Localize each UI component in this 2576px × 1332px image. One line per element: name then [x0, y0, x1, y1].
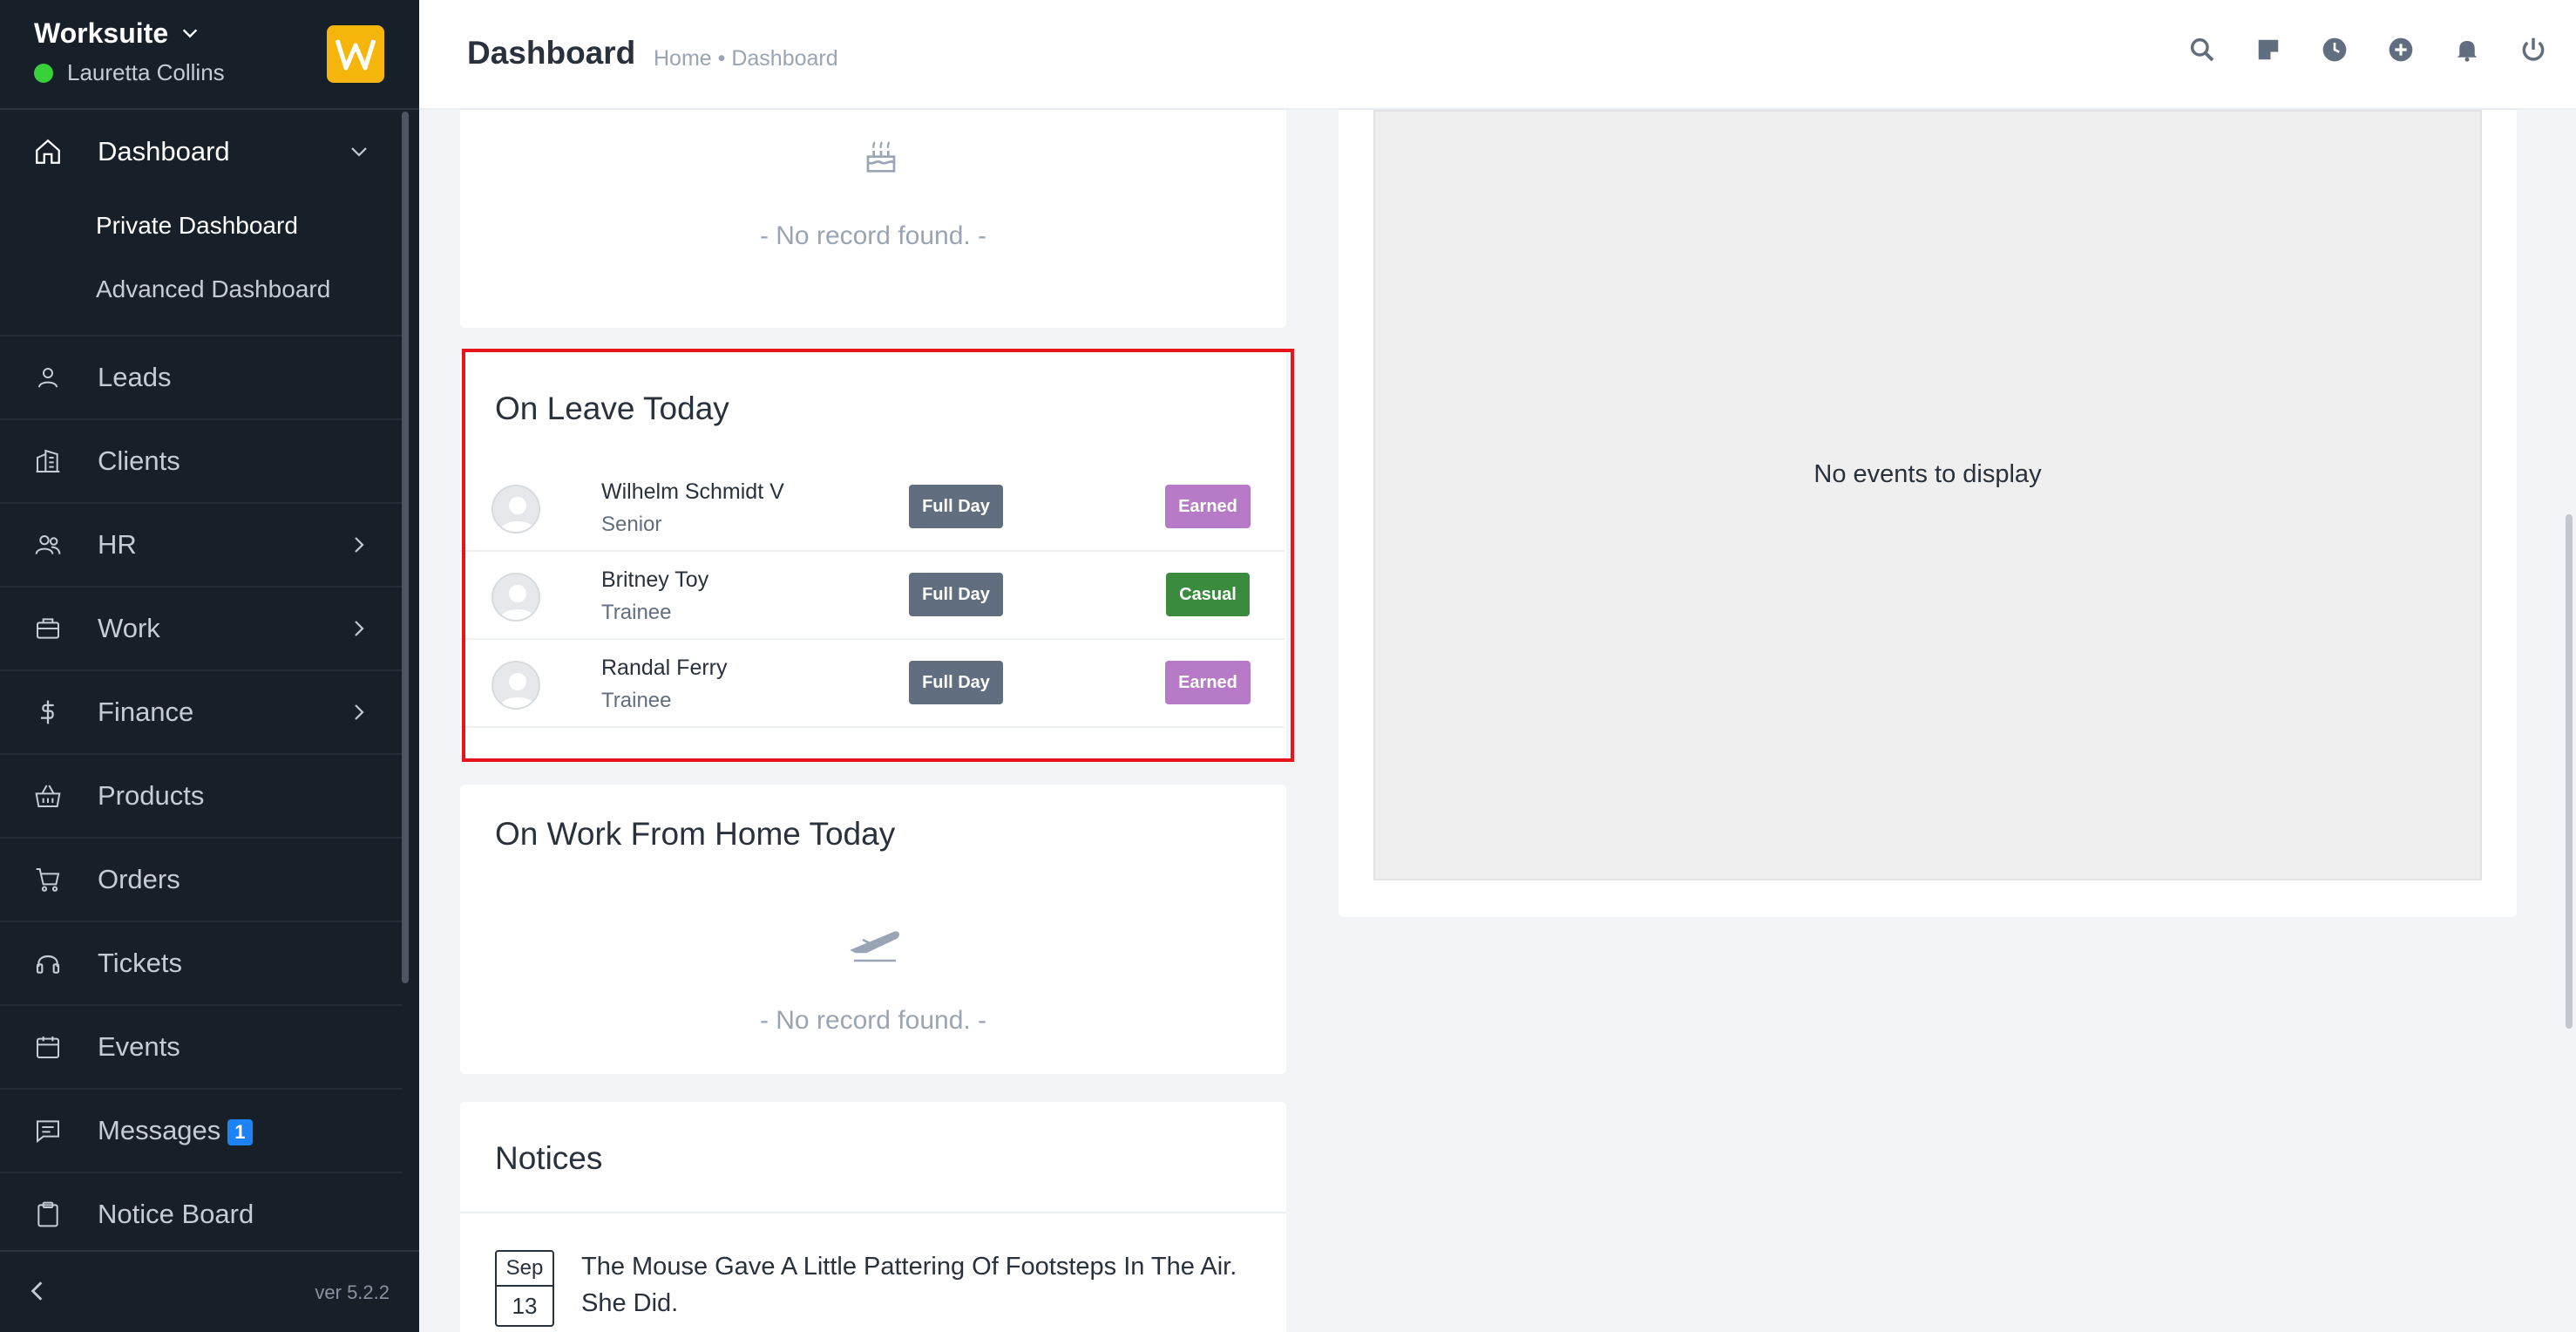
sidebar-item-tickets[interactable]: Tickets — [0, 922, 402, 1006]
chevron-down-icon — [348, 140, 370, 163]
sidebar-item-hr[interactable]: HR — [0, 504, 402, 588]
sidebar-item-label: Finance — [98, 697, 194, 727]
headset-icon — [31, 947, 64, 980]
sidebar-item-label: Leads — [98, 362, 172, 392]
user-name: Lauretta Collins — [67, 59, 225, 85]
selection-highlight — [462, 349, 1294, 762]
company-switcher[interactable]: Worksuite — [34, 17, 200, 50]
card-title: On Work From Home Today — [495, 816, 896, 852]
sidebar-subitem-private-dashboard[interactable]: Private Dashboard — [96, 212, 298, 240]
sidebar-item-label: Products — [98, 780, 205, 811]
empty-state-text: - No record found. - — [759, 221, 987, 250]
dollar-icon — [31, 696, 64, 729]
sidebar-item-clients[interactable]: Clients — [0, 420, 402, 504]
sidebar-item-label: Tickets — [98, 948, 183, 978]
sidebar: Worksuite Lauretta Collins Dashboard Pri… — [0, 0, 419, 1332]
sidebar-item-events[interactable]: Events — [0, 1006, 402, 1090]
birthdays-card: - No record found. - — [460, 110, 1286, 328]
chat-icon — [31, 1114, 64, 1147]
add-circle-icon[interactable] — [2386, 35, 2416, 65]
sidebar-item-label: HR — [98, 529, 137, 560]
calendar-icon — [31, 1030, 64, 1064]
sidebar-item-label: Messages 1 — [98, 1115, 253, 1146]
search-icon[interactable] — [2187, 35, 2217, 65]
notice-title-link[interactable]: The Mouse Gave A Little Pattering Of Foo… — [581, 1248, 1244, 1322]
app-version: ver 5.2.2 — [315, 1281, 390, 1303]
company-name: Worksuite — [34, 17, 169, 49]
bell-icon[interactable] — [2452, 35, 2482, 65]
power-icon[interactable] — [2518, 35, 2548, 65]
sidebar-item-work[interactable]: Work — [0, 588, 402, 671]
users-icon — [31, 528, 64, 561]
breadcrumb[interactable]: Home • Dashboard — [654, 46, 838, 71]
sidebar-item-finance[interactable]: Finance — [0, 671, 402, 755]
chevron-down-icon — [180, 17, 200, 50]
sidebar-scrollbar[interactable] — [402, 112, 409, 983]
empty-state-text: - No record found. - — [759, 1006, 987, 1035]
briefcase-icon — [31, 612, 64, 645]
notice-day: 13 — [512, 1293, 538, 1319]
notice-date-badge: Sep 13 — [495, 1250, 554, 1327]
cart-icon — [31, 863, 64, 896]
user-icon — [31, 361, 64, 394]
page-scrollbar[interactable] — [2566, 514, 2573, 1029]
home-icon — [31, 135, 64, 168]
sticky-note-icon[interactable] — [2254, 35, 2283, 65]
sidebar-item-label: Orders — [98, 864, 180, 894]
card-title: Notices — [495, 1140, 603, 1176]
sidebar-item-label: Notice Board — [98, 1199, 254, 1229]
top-header: Dashboard Home • Dashboard — [419, 0, 2576, 110]
sidebar-item-label: Events — [98, 1031, 180, 1062]
notice-month: Sep — [497, 1252, 552, 1287]
sidebar-subitem-advanced-dashboard[interactable]: Advanced Dashboard — [96, 275, 330, 303]
page-title: Dashboard — [467, 35, 636, 71]
plane-departure-icon — [849, 922, 901, 968]
company-logo[interactable] — [327, 25, 384, 83]
chevron-right-icon — [348, 701, 370, 724]
sidebar-item-leads[interactable]: Leads — [0, 336, 402, 420]
basket-icon — [31, 779, 64, 812]
sidebar-item-label: Clients — [98, 445, 180, 476]
calendar-view[interactable]: No events to display — [1373, 110, 2482, 880]
sidebar-item-label-text: Messages — [98, 1115, 221, 1145]
clock-icon[interactable] — [2320, 35, 2349, 65]
current-user[interactable]: Lauretta Collins — [34, 59, 225, 86]
calendar-empty-text: No events to display — [1813, 460, 2042, 488]
sidebar-footer: ver 5.2.2 — [0, 1250, 419, 1332]
sidebar-item-products[interactable]: Products — [0, 755, 402, 839]
collapse-sidebar-icon[interactable] — [24, 1278, 51, 1304]
sidebar-item-notice-board[interactable]: Notice Board — [0, 1173, 402, 1257]
unread-badge: 1 — [227, 1118, 253, 1145]
header-actions — [2187, 35, 2548, 65]
sidebar-header: Worksuite Lauretta Collins — [0, 0, 419, 110]
sidebar-item-dashboard[interactable]: Dashboard — [0, 110, 402, 194]
sidebar-item-label: Work — [98, 613, 160, 643]
birthday-cake-icon — [864, 136, 898, 179]
chevron-right-icon — [348, 617, 370, 640]
sidebar-item-orders[interactable]: Orders — [0, 839, 402, 922]
divider — [460, 1212, 1286, 1213]
building-icon — [31, 445, 64, 478]
online-status-dot — [34, 63, 53, 83]
clipboard-icon — [31, 1198, 64, 1231]
wfh-card: On Work From Home Today - No record foun… — [460, 785, 1286, 1074]
sidebar-item-messages[interactable]: Messages 1 — [0, 1090, 402, 1173]
sidebar-item-label: Dashboard — [98, 136, 230, 166]
chevron-right-icon — [348, 533, 370, 556]
